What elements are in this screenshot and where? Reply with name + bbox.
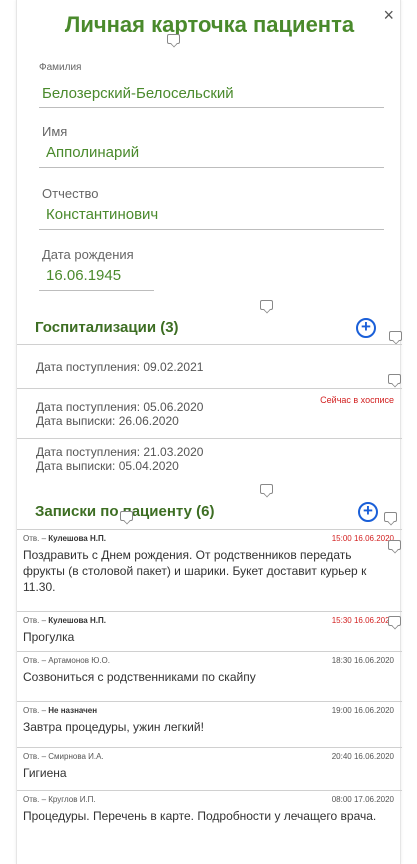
note-responsible: Кулешова Н.П.	[48, 616, 106, 625]
note-responsible-prefix: Отв. –	[23, 616, 49, 625]
patronymic-label: Отчество	[42, 186, 99, 201]
note-responsible-prefix: Отв. –	[23, 795, 49, 804]
comment-icon[interactable]	[120, 511, 133, 521]
note-text: Процедуры. Перечень в карте. Подробности…	[23, 809, 377, 823]
hospitalization-item[interactable]: Дата поступления: 09.02.2021	[17, 344, 402, 388]
note-responsible: Артамонов Ю.О.	[48, 656, 110, 665]
hospitalization-item[interactable]: Дата поступления: 21.03.2020 Дата выписк…	[17, 438, 402, 482]
note-time: 15:30 16.06.2020	[331, 616, 394, 625]
birthdate-value[interactable]: 16.06.1945	[39, 267, 154, 284]
name-value[interactable]: Апполинарий	[39, 144, 384, 161]
note-time: 18:30 16.06.2020	[331, 656, 394, 665]
note-time: 08:00 17.06.2020	[331, 795, 394, 804]
discharge-date: Дата выписки: 26.06.2020	[36, 414, 179, 428]
note-item[interactable]: Отв. – Артамонов Ю.О. 18:30 16.06.2020 Соз…	[17, 651, 402, 701]
comment-icon[interactable]	[260, 300, 273, 310]
name-field[interactable]: Имя Апполинарий	[39, 124, 384, 168]
note-time: 20:40 16.06.2020	[331, 752, 394, 761]
note-responsible: Смирнова И.А.	[48, 752, 104, 761]
comment-icon[interactable]	[388, 374, 401, 384]
note-responsible: Не назначен	[48, 706, 98, 715]
add-hospitalization-button[interactable]: +	[356, 318, 376, 338]
comment-icon[interactable]	[388, 616, 401, 626]
note-responsible: Круглов И.П.	[48, 795, 96, 804]
note-text: Созвониться с родственниками по скайпу	[23, 670, 256, 684]
note-item[interactable]: Отв. – Кулешова Н.П. 15:30 16.06.2020 Прог…	[17, 611, 402, 651]
note-responsible-prefix: Отв. –	[23, 752, 49, 761]
note-responsible: Кулешова Н.П.	[48, 534, 106, 543]
add-note-button[interactable]: +	[358, 502, 378, 522]
note-meta: Отв. – Не назначен 19:00 16.06.2020	[23, 705, 394, 717]
close-icon[interactable]: ×	[383, 6, 394, 24]
note-item[interactable]: Отв. – Кулешова Н.П. 15:00 16.06.2020 Позд…	[17, 529, 402, 611]
discharge-date: Дата выписки: 05.04.2020	[36, 459, 179, 473]
admission-date: Дата поступления: 09.02.2021	[36, 360, 204, 374]
note-meta: Отв. – Смирнова И.А. 20:40 16.06.2020	[23, 751, 394, 763]
patronymic-value[interactable]: Константинович	[39, 206, 384, 223]
note-responsible-prefix: Отв. –	[23, 656, 49, 665]
patient-card: Личная карточка пациента × Фамилия Белоз…	[16, 0, 402, 864]
hospitalization-item[interactable]: Дата поступления: 05.06.2020 Дата выписк…	[17, 388, 402, 438]
note-time: 15:00 16.06.2020	[331, 534, 394, 543]
admission-date: Дата поступления: 21.03.2020	[36, 445, 204, 459]
note-time: 19:00 16.06.2020	[331, 706, 394, 715]
note-item[interactable]: Отв. – Не назначен 19:00 16.06.2020 Завтра…	[17, 701, 402, 747]
birthdate-field[interactable]: Дата рождения 16.06.1945	[39, 247, 154, 291]
note-text: Поздравить с Днем рождения. От родственн…	[23, 548, 367, 594]
comment-icon[interactable]	[389, 331, 402, 341]
comment-icon[interactable]	[260, 484, 273, 494]
surname-field[interactable]: Фамилия Белозерский-Белосельский	[39, 62, 384, 108]
birthdate-label: Дата рождения	[42, 247, 134, 262]
note-responsible-prefix: Отв. –	[23, 534, 49, 543]
note-text: Прогулка	[23, 630, 75, 644]
note-text: Завтра процедуры, ужин легкий!	[23, 720, 204, 734]
surname-value[interactable]: Белозерский-Белосельский	[39, 85, 384, 102]
comment-icon[interactable]	[388, 540, 401, 550]
note-text: Гигиена	[23, 766, 67, 780]
name-label: Имя	[42, 124, 68, 139]
page-title: Личная карточка пациента	[64, 12, 355, 37]
note-responsible-prefix: Отв. –	[23, 706, 49, 715]
note-meta: Отв. – Артамонов Ю.О. 18:30 16.06.2020	[23, 655, 394, 667]
note-item[interactable]: Отв. – Смирнова И.А. 20:40 16.06.2020 Гиги…	[17, 747, 402, 790]
surname-label: Фамилия	[39, 62, 82, 73]
note-meta: Отв. – Кулешова Н.П. 15:00 16.06.2020	[23, 533, 394, 545]
note-meta: Отв. – Круглов И.П. 08:00 17.06.2020	[23, 794, 394, 806]
comment-icon[interactable]	[384, 512, 397, 522]
note-item[interactable]: Отв. – Круглов И.П. 08:00 17.06.2020 Проце…	[17, 790, 402, 850]
status-badge: Сейчас в хосписе	[320, 395, 394, 405]
patronymic-field[interactable]: Отчество Константинович	[39, 186, 384, 230]
note-meta: Отв. – Кулешова Н.П. 15:30 16.06.2020	[23, 615, 394, 627]
comment-icon[interactable]	[167, 34, 180, 44]
hospitalizations-title: Госпитализации (3)	[35, 319, 179, 336]
